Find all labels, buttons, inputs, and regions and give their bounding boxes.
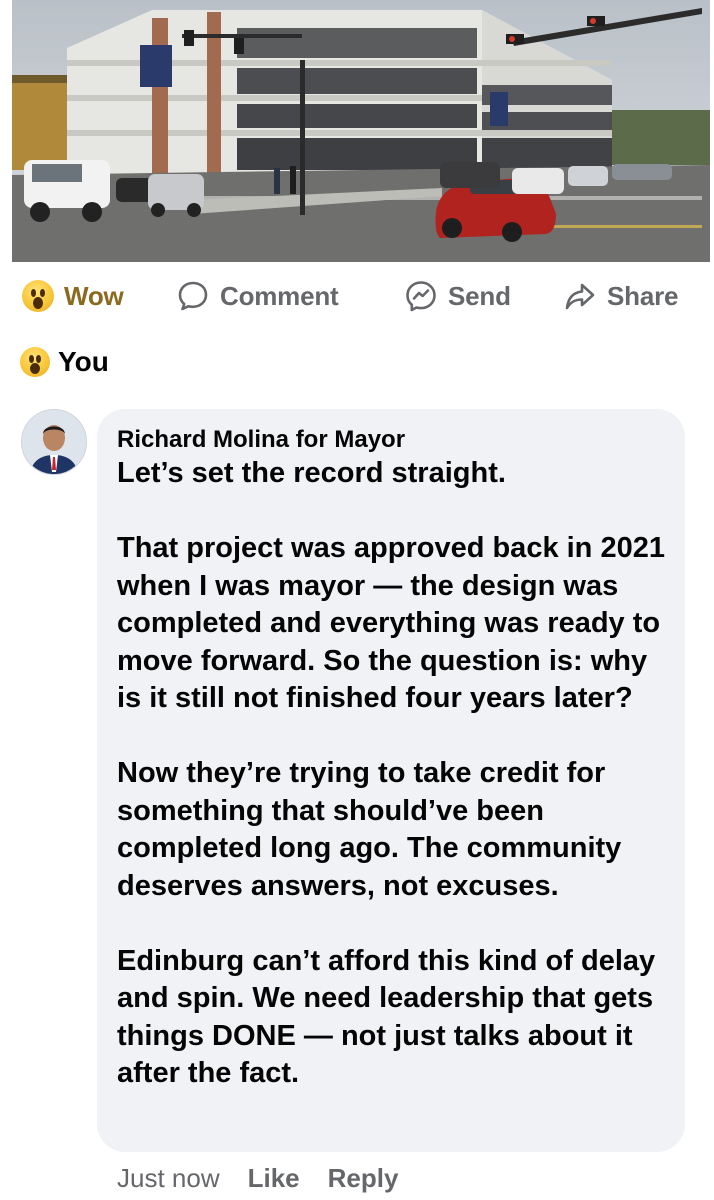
post-photo[interactable] — [12, 0, 710, 262]
post-action-bar: Wow Comment Send Share — [0, 272, 714, 320]
comment-bubble[interactable]: Richard Molina for Mayor Let’s set the r… — [97, 409, 685, 1152]
reactor-name: You — [58, 346, 109, 377]
comment-like-button[interactable]: Like — [248, 1163, 300, 1194]
comment-bubble-icon — [178, 281, 208, 311]
commenter-avatar[interactable] — [21, 409, 87, 475]
send-label: Send — [448, 280, 511, 311]
comment-paragraph: Now they’re trying to take credit for so… — [117, 757, 630, 902]
wow-label: Wow — [64, 280, 124, 311]
comment-timestamp[interactable]: Just now — [117, 1163, 220, 1194]
wow-emoji-icon — [22, 280, 54, 312]
comment-author-name[interactable]: Richard Molina for Mayor — [117, 425, 665, 455]
comment-meta-row: Just now Like Reply — [117, 1160, 426, 1196]
parking-garage-illustration — [12, 0, 710, 262]
comment-button[interactable]: Comment — [176, 272, 339, 320]
comment-paragraph: Let’s set the record straight. — [117, 457, 506, 489]
share-button[interactable]: Share — [563, 272, 678, 320]
send-button[interactable]: Send — [404, 272, 511, 320]
reaction-summary[interactable]: You — [20, 342, 109, 382]
wow-emoji-icon — [20, 347, 50, 377]
comment-reply-button[interactable]: Reply — [328, 1163, 399, 1194]
share-label: Share — [607, 280, 679, 311]
comment-label: Comment — [220, 280, 339, 311]
profile-photo-icon — [22, 410, 86, 474]
comment-paragraph: Edinburg can’t afford this kind of delay… — [117, 944, 664, 1090]
messenger-send-icon — [406, 281, 436, 312]
wow-reaction-button[interactable]: Wow — [22, 272, 124, 320]
comment-paragraph: That project was approved back in 2021 w… — [117, 532, 674, 714]
share-arrow-icon — [565, 283, 595, 310]
